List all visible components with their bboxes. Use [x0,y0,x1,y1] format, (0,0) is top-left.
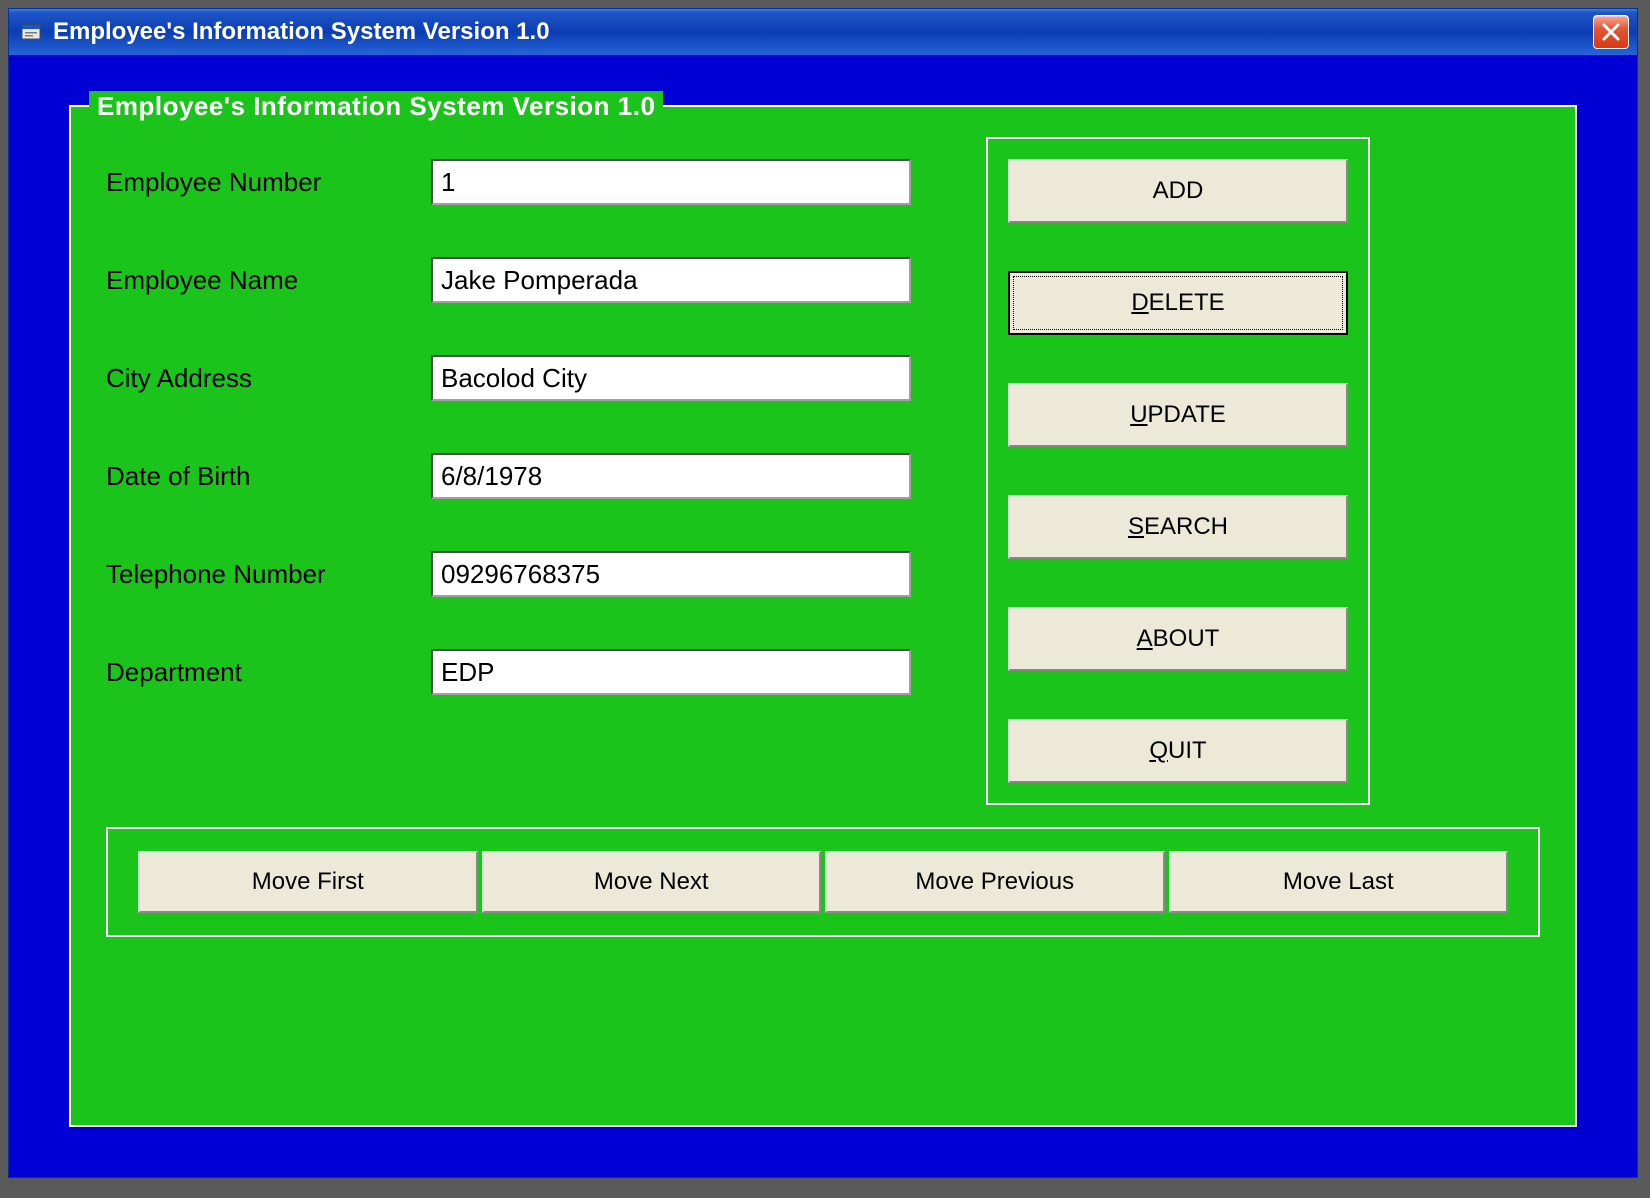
input-employee-name[interactable] [431,257,911,303]
move-previous-button[interactable]: Move Previous [825,851,1165,913]
navigation-panel: Move First Move Next Move Previous Move … [106,827,1540,937]
label-telephone: Telephone Number [106,559,431,590]
move-last-button[interactable]: Move Last [1169,851,1509,913]
panel-legend: Employee's Information System Version 1.… [89,91,663,122]
client-area: Employee's Information System Version 1.… [9,55,1637,1177]
label-employee-name: Employee Name [106,265,431,296]
form-area: Employee Number Employee Name City Addre… [106,137,946,805]
quit-button[interactable]: QUIT [1008,719,1348,783]
content-row: Employee Number Employee Name City Addre… [106,137,1540,805]
field-employee-name: Employee Name [106,257,946,303]
main-panel: Employee's Information System Version 1.… [69,105,1577,1127]
update-button[interactable]: UPDATE [1008,383,1348,447]
action-panel: ADD DELETE UPDATE SEARCH ABOUT QUIT [986,137,1370,805]
label-employee-number: Employee Number [106,167,431,198]
title-bar: Employee's Information System Version 1.… [9,9,1637,55]
label-dob: Date of Birth [106,461,431,492]
window-title: Employee's Information System Version 1.… [53,18,1593,46]
input-city-address[interactable] [431,355,911,401]
label-city-address: City Address [106,363,431,394]
search-button[interactable]: SEARCH [1008,495,1348,559]
delete-button[interactable]: DELETE [1008,271,1348,335]
move-first-button[interactable]: Move First [138,851,478,913]
input-dob[interactable] [431,453,911,499]
app-window: Employee's Information System Version 1.… [8,8,1638,1178]
input-telephone[interactable] [431,551,911,597]
field-employee-number: Employee Number [106,159,946,205]
close-button[interactable] [1593,15,1629,49]
input-employee-number[interactable] [431,159,911,205]
field-department: Department [106,649,946,695]
add-button[interactable]: ADD [1008,159,1348,223]
about-button[interactable]: ABOUT [1008,607,1348,671]
move-next-button[interactable]: Move Next [482,851,822,913]
app-icon [21,22,43,42]
input-department[interactable] [431,649,911,695]
field-city-address: City Address [106,355,946,401]
field-telephone: Telephone Number [106,551,946,597]
field-dob: Date of Birth [106,453,946,499]
label-department: Department [106,657,431,688]
